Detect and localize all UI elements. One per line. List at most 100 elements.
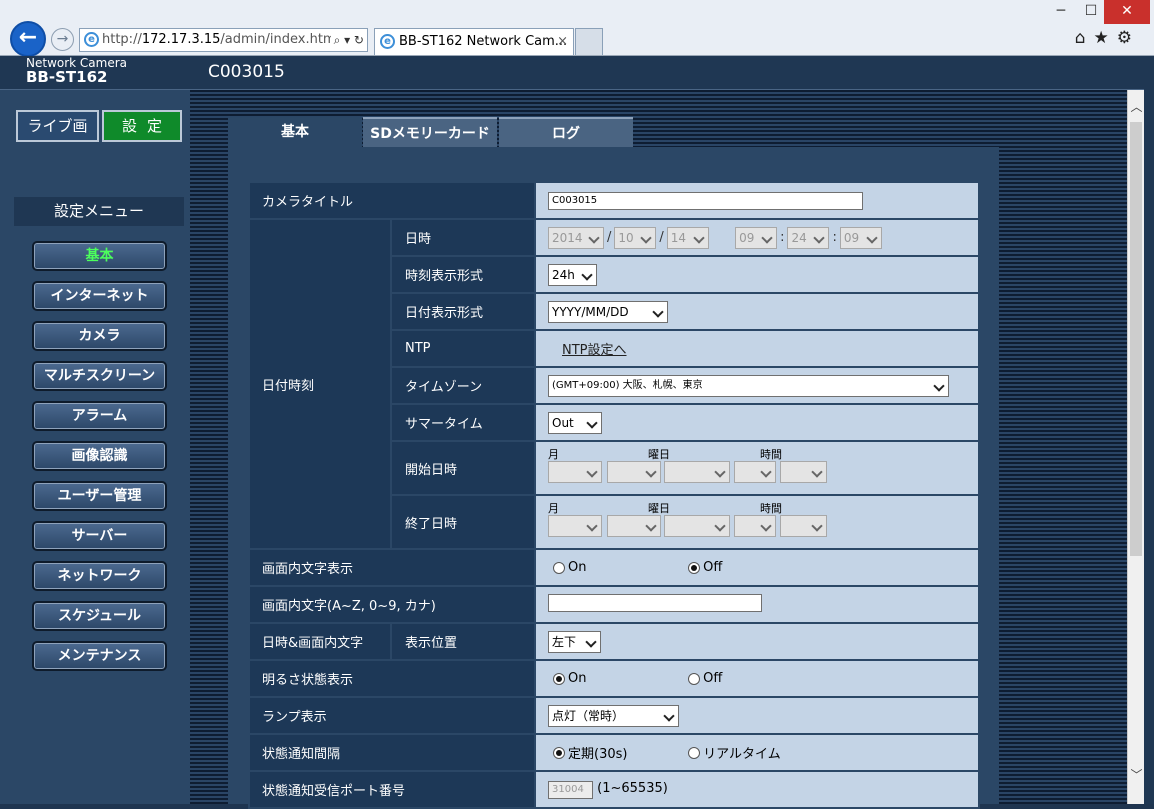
- live-button[interactable]: ライブ画: [16, 110, 99, 142]
- summer-time-select[interactable]: Out: [548, 411, 602, 434]
- osd-position-select[interactable]: 左下: [548, 630, 601, 653]
- tab-title: BB-ST162 Network Cam...: [399, 34, 568, 49]
- lamp-display-select[interactable]: 点灯（常時）: [548, 704, 679, 727]
- start-datetime-selects: 月 曜日 時間: [548, 443, 978, 493]
- scroll-up-icon[interactable]: ︿: [1128, 98, 1145, 115]
- close-icon[interactable]: ✕: [1104, 0, 1150, 24]
- osd-position-group-label: 日時&画面内文字: [248, 622, 392, 661]
- tab-log[interactable]: ログ: [499, 117, 633, 147]
- address-bar[interactable]: e http://172.17.3.15/admin/index.htm ⌕ ▾…: [79, 28, 368, 52]
- sidebar-item-server[interactable]: サーバー: [32, 521, 167, 551]
- sidebar-item-network[interactable]: ネットワーク: [32, 561, 167, 591]
- sidebar-item-basic[interactable]: 基本: [32, 241, 167, 271]
- end-minute-select[interactable]: [780, 515, 827, 537]
- day-select[interactable]: 14: [666, 226, 709, 249]
- ie-logo-icon: e: [84, 32, 99, 47]
- ntp-label: NTP: [390, 329, 536, 368]
- weekday-header: 曜日: [648, 502, 670, 515]
- time-header: 時間: [760, 448, 782, 461]
- time-format-select[interactable]: 24h: [548, 263, 597, 286]
- sidebar-item-image-recognition[interactable]: 画像認識: [32, 441, 167, 471]
- brightness-off-label: Off: [703, 671, 723, 686]
- window-border: [1144, 56, 1154, 804]
- minute-select[interactable]: 24: [787, 226, 830, 249]
- tab-close-icon[interactable]: ×: [557, 29, 568, 55]
- scroll-down-icon[interactable]: ﹀: [1128, 766, 1145, 783]
- time-separator: :: [832, 230, 837, 245]
- maximize-icon[interactable]: ☐: [1076, 0, 1106, 24]
- back-arrow-icon[interactable]: ←: [10, 21, 46, 57]
- address-host: 172.17.3.15: [141, 32, 221, 47]
- forward-arrow-icon[interactable]: →: [51, 28, 74, 51]
- end-hour-select[interactable]: [734, 515, 776, 537]
- tab-sd-memory-card[interactable]: SDメモリーカード: [363, 117, 497, 147]
- summer-time-label: サマータイム: [390, 403, 536, 442]
- brightness-on-label: On: [568, 671, 587, 686]
- sidebar: ライブ画 設定 設定メニュー 基本 インターネット カメラ マルチスクリーン ア…: [8, 90, 190, 804]
- end-month-select[interactable]: [548, 515, 602, 537]
- browser-tab[interactable]: e BB-ST162 Network Cam... ×: [374, 28, 574, 55]
- notify-periodic-radio[interactable]: [553, 746, 565, 759]
- address-scheme: http://: [102, 32, 142, 47]
- hour-select[interactable]: 09: [735, 226, 778, 249]
- date-separator: /: [659, 230, 664, 245]
- month-header: 月: [548, 502, 559, 515]
- sidebar-item-internet[interactable]: インターネット: [32, 281, 167, 311]
- end-datetime-selects: 月 曜日 時間: [548, 497, 978, 547]
- timezone-label: タイムゾーン: [390, 366, 536, 405]
- time-separator: :: [780, 230, 785, 245]
- end-week-select[interactable]: [607, 515, 661, 537]
- sidebar-item-camera[interactable]: カメラ: [32, 321, 167, 351]
- osd-position-label: 表示位置: [390, 622, 536, 661]
- home-favorites-gear-icons[interactable]: ⌂★⚙: [1075, 28, 1140, 48]
- start-hour-select[interactable]: [734, 461, 776, 483]
- month-select[interactable]: 10: [614, 226, 657, 249]
- time-header: 時間: [760, 502, 782, 515]
- start-week-select[interactable]: [607, 461, 661, 483]
- start-datetime-label: 開始日時: [390, 440, 536, 496]
- camera-title: C003015: [208, 62, 285, 82]
- year-select[interactable]: 2014: [548, 226, 604, 249]
- vertical-scrollbar[interactable]: ︿ ﹀: [1127, 90, 1144, 804]
- start-month-select[interactable]: [548, 461, 602, 483]
- osd-on-radio[interactable]: [553, 561, 565, 574]
- start-minute-select[interactable]: [780, 461, 827, 483]
- sidebar-item-maintenance[interactable]: メンテナンス: [32, 641, 167, 671]
- time-format-label: 時刻表示形式: [390, 255, 536, 294]
- sidebar-item-schedule[interactable]: スケジュール: [32, 601, 167, 631]
- brightness-off-radio[interactable]: [688, 672, 701, 685]
- settings-table: カメラタイトル C003015 日付時刻 日時 2014/10/14 09:24…: [248, 181, 980, 809]
- timezone-select[interactable]: (GMT+09:00) 大阪、札幌、東京: [548, 374, 949, 397]
- second-select[interactable]: 09: [839, 226, 882, 249]
- address-path: /admin/index.htm: [220, 32, 336, 47]
- date-separator: /: [607, 230, 612, 245]
- osd-off-radio[interactable]: [688, 561, 701, 574]
- sidebar-item-user-management[interactable]: ユーザー管理: [32, 481, 167, 511]
- camera-title-input[interactable]: C003015: [548, 191, 863, 210]
- scroll-thumb[interactable]: [1130, 122, 1142, 556]
- settings-button[interactable]: 設定: [102, 110, 182, 142]
- new-tab-button[interactable]: [575, 28, 603, 55]
- tab-basic[interactable]: 基本: [228, 117, 362, 147]
- notify-realtime-radio[interactable]: [688, 746, 701, 759]
- browser-chrome: ─ ☐ ✕ ← → e http://172.17.3.15/admin/ind…: [0, 0, 1154, 57]
- osd-text-input[interactable]: [548, 593, 762, 612]
- end-datetime-label: 終了日時: [390, 494, 536, 550]
- weekday-header: 曜日: [648, 448, 670, 461]
- brightness-on-radio[interactable]: [553, 672, 565, 685]
- notify-port-range: (1~65535): [597, 780, 668, 796]
- datetime-label: 日時: [390, 218, 536, 257]
- datetime-group-label: 日付時刻: [248, 218, 392, 550]
- search-refresh-icon[interactable]: ⌕ ▾ ↻: [330, 29, 364, 51]
- settings-menu-header: 設定メニュー: [14, 197, 184, 226]
- ntp-settings-link[interactable]: NTP設定へ: [562, 343, 627, 358]
- end-weekday-select[interactable]: [664, 515, 730, 537]
- start-weekday-select[interactable]: [664, 461, 730, 483]
- notify-periodic-label: 定期(30s): [568, 747, 628, 762]
- notify-port-input[interactable]: 31004: [548, 780, 593, 799]
- minimize-icon[interactable]: ─: [1046, 0, 1076, 24]
- sidebar-item-multiscreen[interactable]: マルチスクリーン: [32, 361, 167, 391]
- date-format-select[interactable]: YYYY/MM/DD: [548, 300, 668, 323]
- date-format-label: 日付表示形式: [390, 292, 536, 331]
- sidebar-item-alarm[interactable]: アラーム: [32, 401, 167, 431]
